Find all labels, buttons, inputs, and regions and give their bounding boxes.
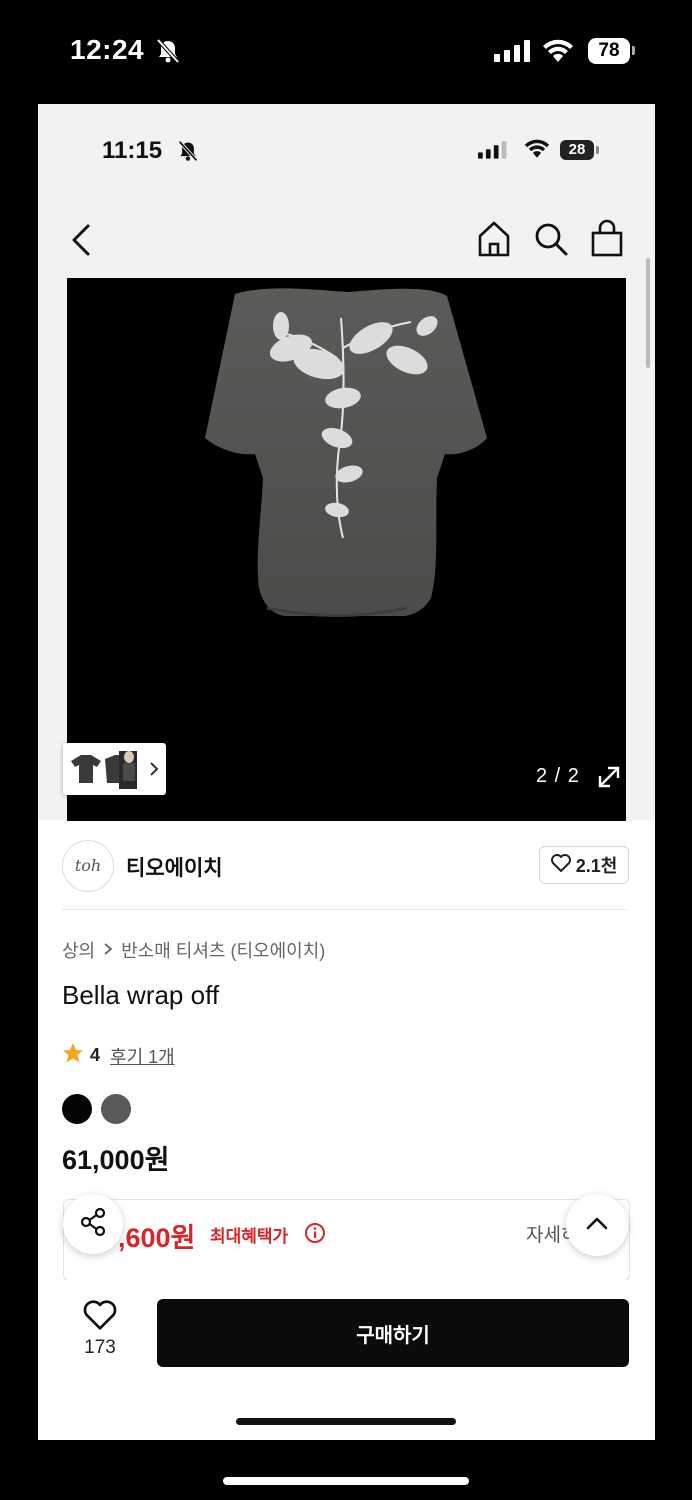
rating-score: 4 bbox=[90, 1045, 101, 1065]
divider bbox=[62, 909, 627, 910]
scroll-top-button[interactable] bbox=[566, 1194, 628, 1256]
home-icon[interactable] bbox=[476, 220, 512, 263]
shop-logo[interactable]: toh bbox=[62, 840, 114, 892]
breadcrumb-category[interactable]: 상의 bbox=[62, 937, 95, 963]
share-icon bbox=[78, 1207, 108, 1242]
color-swatch-gray[interactable] bbox=[101, 1094, 131, 1124]
signal-icon bbox=[478, 141, 508, 164]
benefit-price: ,600원 bbox=[118, 1223, 196, 1253]
bell-slash-icon bbox=[154, 38, 182, 69]
home-indicator bbox=[236, 1418, 456, 1425]
heart-icon bbox=[550, 853, 571, 877]
inner-status-time: 11:15 bbox=[102, 137, 163, 164]
battery-indicator: 78 bbox=[588, 38, 630, 64]
battery-indicator: 28 bbox=[560, 140, 594, 160]
battery-nub bbox=[596, 146, 599, 154]
share-button[interactable] bbox=[63, 1194, 123, 1254]
expand-icon[interactable] bbox=[596, 764, 622, 795]
shopping-bag-icon[interactable] bbox=[590, 218, 624, 263]
product-title: Bella wrap off bbox=[62, 980, 220, 1010]
star-icon bbox=[62, 1042, 84, 1069]
page-scrollbar[interactable] bbox=[646, 258, 650, 368]
bell-slash-icon bbox=[176, 140, 200, 167]
breadcrumb-subcategory[interactable]: 반소매 티셔츠 (티오에이치) bbox=[121, 937, 325, 963]
search-icon[interactable] bbox=[532, 220, 570, 263]
wifi-icon bbox=[524, 138, 550, 163]
heart-icon bbox=[83, 1300, 117, 1334]
tshirt-illustration bbox=[205, 288, 487, 617]
chevron-up-icon bbox=[585, 1215, 609, 1236]
color-swatch-black[interactable] bbox=[62, 1094, 92, 1124]
app-screen: 11:15 28 2 / 2 toh 티오에이치 2.1천 상의 반소매 티셔츠… bbox=[38, 104, 655, 1440]
wishlist-count: 173 bbox=[84, 1337, 116, 1358]
outer-status-time: 12:24 bbox=[70, 34, 145, 65]
shop-name[interactable]: 티오에이치 bbox=[126, 852, 223, 882]
breadcrumb: 상의 반소매 티셔츠 (티오에이치) bbox=[62, 937, 325, 963]
shop-like-count: 2.1천 bbox=[575, 856, 618, 876]
benefit-label: 최대혜택가 bbox=[210, 1227, 289, 1246]
product-price: 61,000원 bbox=[62, 1145, 170, 1175]
wishlist-button[interactable]: 173 bbox=[70, 1300, 130, 1359]
info-icon[interactable] bbox=[304, 1222, 326, 1249]
signal-icon bbox=[494, 40, 532, 67]
product-image[interactable] bbox=[67, 278, 626, 821]
home-indicator bbox=[223, 1477, 469, 1485]
product-rating: 4 후기 1개 bbox=[62, 1042, 175, 1069]
buy-button[interactable]: 구매하기 bbox=[157, 1299, 629, 1367]
review-link[interactable]: 후기 1개 bbox=[110, 1043, 175, 1069]
chevron-right-icon bbox=[103, 940, 113, 961]
back-button[interactable] bbox=[68, 222, 96, 263]
shop-like-button[interactable]: 2.1천 bbox=[539, 846, 629, 884]
image-counter: 2 / 2 bbox=[536, 765, 580, 787]
thumbnail-strip[interactable] bbox=[63, 743, 166, 795]
battery-nub bbox=[632, 46, 635, 55]
wifi-icon bbox=[542, 38, 574, 67]
